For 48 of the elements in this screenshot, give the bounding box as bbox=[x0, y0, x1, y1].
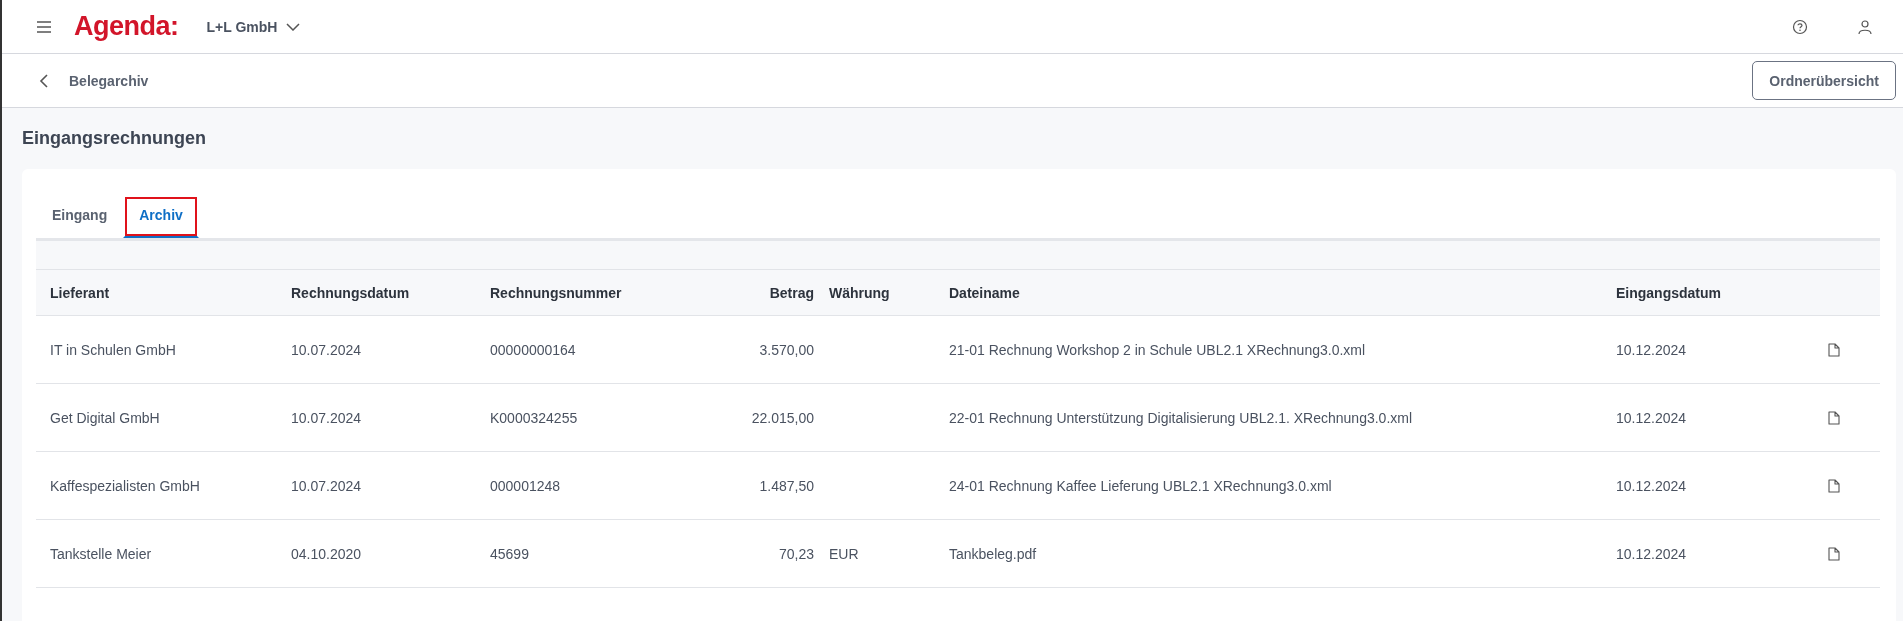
table-cell-text: K0000324255 bbox=[490, 409, 579, 426]
back-icon[interactable] bbox=[39, 73, 48, 88]
table-cell-text: 22.015,00 bbox=[750, 409, 814, 426]
column-header: Eingangsdatum bbox=[1616, 284, 1722, 301]
caret-icon[interactable] bbox=[286, 22, 301, 31]
user-icon[interactable] bbox=[1857, 18, 1873, 35]
table-cell-text: 10.07.2024 bbox=[291, 409, 363, 426]
column-header: Betrag bbox=[768, 284, 814, 301]
column-header: Dateiname bbox=[949, 284, 1021, 301]
document-icon[interactable] bbox=[1828, 546, 1840, 561]
column-header: Lieferant bbox=[49, 284, 111, 301]
logo: Agenda: bbox=[74, 11, 179, 42]
breadcrumb-title: Belegarchiv bbox=[69, 72, 149, 89]
column-header: Rechnungsdatum bbox=[291, 284, 411, 301]
table-cell-text: 22-01 Rechnung Unterstützung Digitalisierung UBL2.1. XRechnung3.0.xml bbox=[949, 409, 1414, 426]
table-cell-text: 3.570,00 bbox=[758, 341, 814, 358]
table-cell-text: 70,23 bbox=[777, 545, 814, 562]
company-dropdown[interactable]: L+L GmbH bbox=[206, 18, 301, 35]
table-cell-text: 10.07.2024 bbox=[291, 341, 363, 358]
help-icon[interactable] bbox=[1792, 18, 1808, 35]
column-header: Währung bbox=[828, 284, 891, 301]
table-cell-text: 10.12.2024 bbox=[1616, 409, 1688, 426]
table-cell-text: Get Digital GmbH bbox=[49, 409, 161, 426]
document-icon[interactable] bbox=[1828, 410, 1840, 425]
column-header: Rechnungsnummer bbox=[490, 284, 623, 301]
document-icon[interactable] bbox=[1828, 478, 1840, 493]
table-cell-text: 10.07.2024 bbox=[291, 477, 363, 494]
document-icon[interactable] bbox=[1828, 342, 1840, 357]
table-cell-text: 10.12.2024 bbox=[1616, 341, 1688, 358]
table-cell-text: 00000000164 bbox=[490, 341, 577, 358]
table-cell-text: Tankbeleg.pdf bbox=[949, 545, 1038, 562]
table-cell-text: 10.12.2024 bbox=[1616, 477, 1688, 494]
table-cell-text: 10.12.2024 bbox=[1616, 545, 1688, 562]
table-cell-text: EUR bbox=[828, 545, 860, 562]
tab[interactable]: Eingang bbox=[36, 195, 124, 238]
table-cell-text: 1.487,50 bbox=[758, 477, 814, 494]
table-cell-text: IT in Schulen GmbH bbox=[49, 341, 177, 358]
menu-icon[interactable] bbox=[36, 20, 52, 33]
tab[interactable]: Archiv bbox=[123, 195, 199, 238]
table-cell-text: 45699 bbox=[490, 545, 530, 562]
table-cell-text: 24-01 Rechnung Kaffee Lieferung UBL2.1 XRechnung3.0.xml bbox=[949, 477, 1333, 494]
table-cell-text: 04.10.2020 bbox=[291, 545, 363, 562]
page-title: Eingangsrechnungen bbox=[22, 127, 208, 150]
table-cell-text: 000001248 bbox=[490, 477, 562, 494]
table-cell-text: Tankstelle Meier bbox=[49, 545, 153, 562]
table-cell-text: Kaffespezialisten GmbH bbox=[49, 477, 201, 494]
table-cell-text: 21-01 Rechnung Workshop 2 in Schule UBL2.1 XRechnung3.0.xml bbox=[949, 341, 1367, 358]
folder-overview-button[interactable]: Ordnerübersicht bbox=[1752, 61, 1896, 100]
